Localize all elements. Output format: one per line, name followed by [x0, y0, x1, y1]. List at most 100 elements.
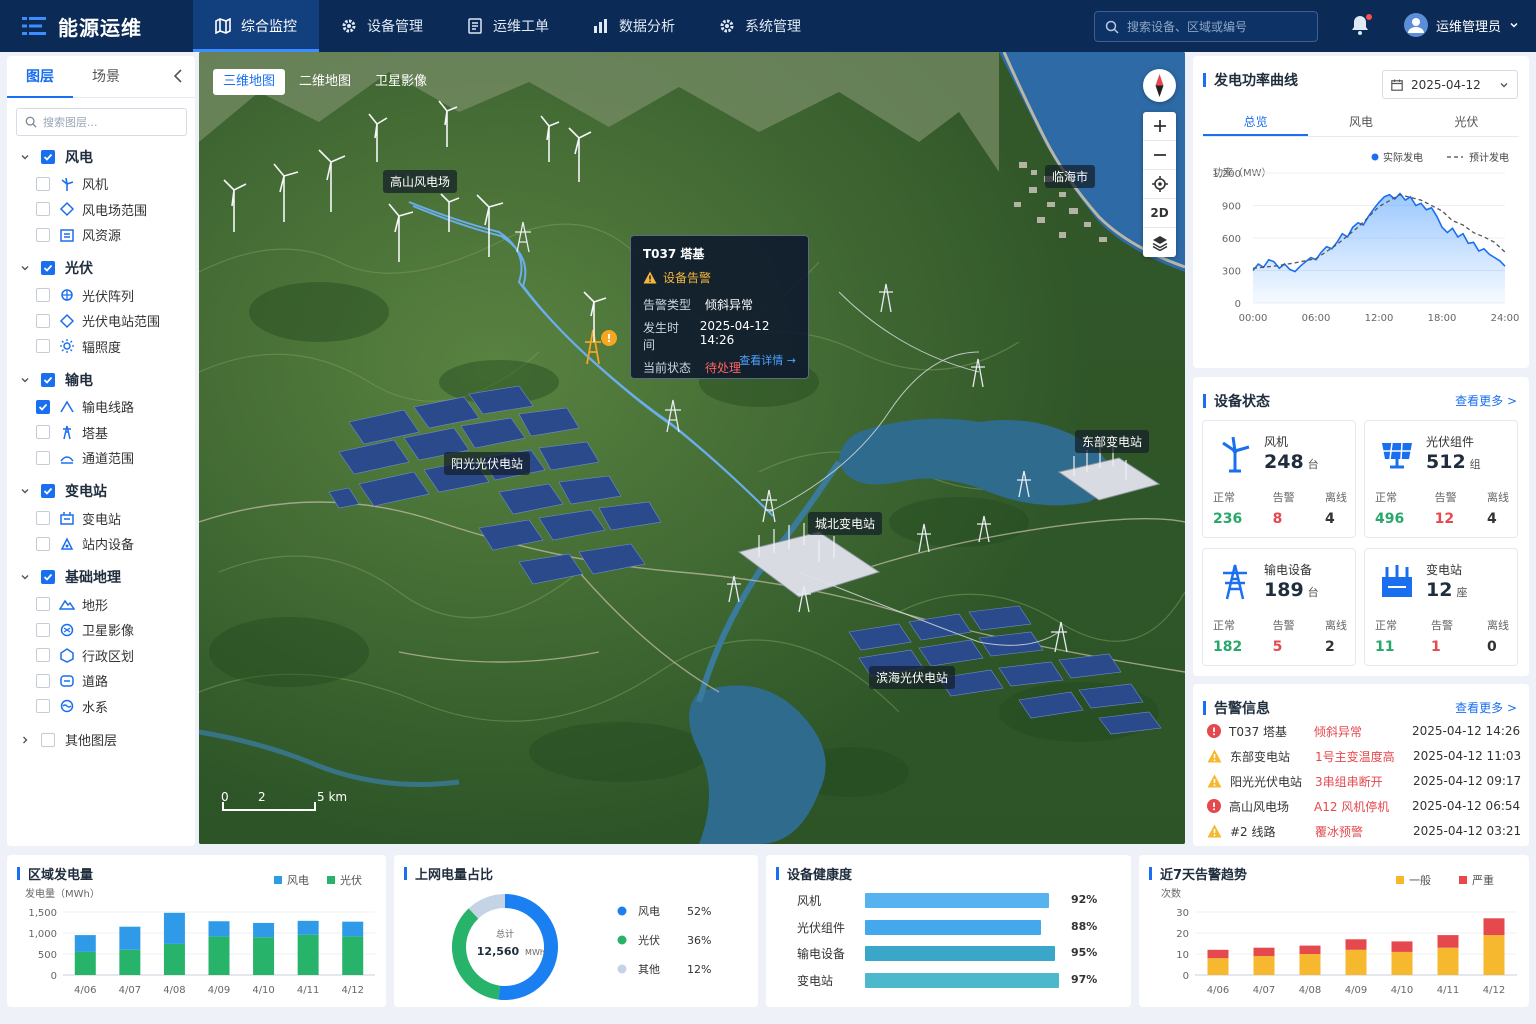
chevron-down-icon[interactable]	[17, 375, 33, 385]
layer-checkbox[interactable]	[36, 425, 50, 440]
layer-item[interactable]: 光伏阵列	[7, 283, 195, 309]
alarm-row[interactable]: #2 线路 覆冰预警 2025-04-12 03:21	[1207, 821, 1527, 841]
layer-group-other[interactable]: 其他图层	[7, 725, 195, 754]
chevron-down-icon[interactable]	[17, 152, 33, 162]
layer-item[interactable]: 地形	[7, 592, 195, 618]
tab-solar[interactable]: 光伏	[1414, 108, 1519, 136]
layer-group[interactable]: 光伏	[7, 254, 195, 283]
layer-checkbox[interactable]	[36, 202, 50, 217]
layer-checkbox[interactable]	[36, 399, 50, 414]
user-menu[interactable]: 运维管理员	[1404, 13, 1519, 37]
layer-item[interactable]: 塔基	[7, 420, 195, 446]
alarm-row[interactable]: 东部变电站 1号主变温度高 2025-04-12 11:03	[1207, 746, 1527, 766]
layers-button[interactable]	[1143, 228, 1176, 257]
compass-button[interactable]	[1143, 69, 1176, 102]
layer-item[interactable]: 站内设备	[7, 531, 195, 557]
layer-group-checkbox[interactable]	[41, 372, 55, 387]
chevron-down-icon[interactable]	[17, 263, 33, 273]
chevron-down-icon[interactable]	[17, 486, 33, 496]
view-mode-button[interactable]: 2D	[1143, 199, 1176, 228]
card-title: 设备状态	[1203, 391, 1270, 411]
collapse-panel-icon[interactable]	[171, 67, 185, 85]
locate-button[interactable]	[1143, 170, 1176, 199]
tab-satellite[interactable]: 卫星影像	[365, 69, 437, 95]
layer-group-checkbox[interactable]	[41, 261, 55, 275]
alarm-view-more-link[interactable]: 查看更多 >	[1455, 699, 1517, 716]
zoom-out-button[interactable]	[1143, 141, 1176, 170]
layer-item[interactable]: 风电场范围	[7, 197, 195, 223]
layer-item[interactable]: 行政区划	[7, 643, 195, 669]
layer-checkbox[interactable]	[36, 648, 50, 663]
layer-item[interactable]: 变电站	[7, 506, 195, 532]
date-picker[interactable]: 2025-04-12	[1382, 70, 1518, 99]
layer-item[interactable]: 通道范围	[7, 445, 195, 471]
stat-value: 182	[1213, 639, 1243, 655]
device-card[interactable]: 变电站 12 座 正常 11 告警 1 离线 0	[1364, 548, 1518, 666]
terrain-map[interactable]: !	[199, 52, 1185, 844]
layer-checkbox[interactable]	[36, 227, 50, 242]
nav-work-orders[interactable]: 运维工单	[445, 0, 571, 52]
tab-wind[interactable]: 风电	[1308, 108, 1413, 136]
layer-group-checkbox[interactable]	[41, 570, 55, 584]
device-card[interactable]: 风机 248 台 正常 236 告警 8 离线 4	[1202, 420, 1356, 538]
layer-checkbox[interactable]	[36, 699, 50, 714]
layer-checkbox[interactable]	[36, 597, 50, 612]
device-card[interactable]: 输电设备 189 台 正常 182 告警 5 离线 2	[1202, 548, 1356, 666]
alarm-row[interactable]: 高山风电场 A12 风机停机 2025-04-12 06:54	[1207, 796, 1527, 816]
brand[interactable]: 能源运维	[0, 0, 193, 52]
layer-checkbox[interactable]	[36, 536, 50, 551]
map-label-solar-station-2[interactable]: 滨海光伏电站	[869, 666, 956, 689]
layer-group-checkbox[interactable]	[41, 732, 55, 747]
tab-overview[interactable]: 总览	[1203, 108, 1309, 136]
layer-checkbox[interactable]	[36, 511, 50, 526]
map-label-city[interactable]: 临海市	[1045, 165, 1096, 188]
layer-search[interactable]	[16, 108, 187, 136]
zoom-in-button[interactable]	[1143, 112, 1176, 141]
device-card[interactable]: 光伏组件 512 组 正常 496 告警 12 离线 4	[1364, 420, 1518, 538]
map-view[interactable]: ! 三维地图 二维地图 卫星影像 高山风电场 临海市 阳光光伏电站 东部变电站 …	[199, 52, 1185, 844]
layer-item[interactable]: 辐照度	[7, 334, 195, 360]
tab-layers[interactable]: 图层	[7, 56, 73, 98]
layer-item[interactable]: 输电线路	[7, 394, 195, 420]
layer-item[interactable]: 风资源	[7, 222, 195, 248]
layer-item[interactable]: 水系	[7, 694, 195, 720]
layer-item[interactable]: 光伏电站范围	[7, 308, 195, 334]
layer-group-checkbox[interactable]	[41, 149, 55, 164]
layer-group-checkbox[interactable]	[41, 484, 55, 498]
chevron-right-icon[interactable]	[17, 735, 33, 745]
tab-3d-map[interactable]: 三维地图	[213, 69, 286, 95]
nav-monitoring[interactable]: 综合监控	[193, 0, 319, 52]
layer-group[interactable]: 基础地理	[7, 563, 195, 592]
tab-2d-map[interactable]: 二维地图	[289, 69, 361, 95]
alarm-row[interactable]: 阳光光伏电站 3串组串断开 2025-04-12 09:17	[1207, 771, 1527, 791]
layer-checkbox[interactable]	[36, 450, 50, 465]
layer-group[interactable]: 输电	[7, 365, 195, 394]
device-view-more-link[interactable]: 查看更多 >	[1455, 392, 1517, 409]
layer-checkbox[interactable]	[36, 288, 50, 303]
layer-group[interactable]: 变电站	[7, 477, 195, 506]
layer-checkbox[interactable]	[36, 673, 50, 688]
layer-group[interactable]: 风电	[7, 142, 195, 171]
popup-view-details-link[interactable]: 查看详情 →	[739, 352, 796, 368]
layer-checkbox[interactable]	[36, 339, 50, 354]
layer-checkbox[interactable]	[36, 313, 50, 328]
notification-bell[interactable]	[1350, 14, 1372, 36]
nav-system-management[interactable]: 系统管理	[697, 0, 823, 52]
alarm-row[interactable]: T037 塔基 倾斜异常 2025-04-12 14:26	[1207, 721, 1527, 741]
map-label-solar-station-1[interactable]: 阳光光伏电站	[444, 452, 531, 475]
layer-checkbox[interactable]	[36, 176, 50, 191]
layer-checkbox[interactable]	[36, 622, 50, 637]
map-label-east-substation[interactable]: 东部变电站	[1075, 430, 1150, 453]
map-label-wind-farm[interactable]: 高山风电场	[383, 170, 458, 193]
map-label-north-substation[interactable]: 城北变电站	[808, 512, 883, 535]
layer-item[interactable]: 卫星影像	[7, 617, 195, 643]
nav-data-analysis[interactable]: 数据分析	[571, 0, 697, 52]
nav-device-management[interactable]: 设备管理	[319, 0, 445, 52]
layer-item[interactable]: 道路	[7, 668, 195, 694]
tab-scenes[interactable]: 场景	[73, 56, 139, 98]
layer-search-input[interactable]	[43, 115, 183, 129]
global-search[interactable]	[1094, 11, 1318, 42]
layer-item[interactable]: 风机	[7, 171, 195, 197]
chevron-down-icon[interactable]	[17, 572, 33, 582]
search-input[interactable]	[1127, 19, 1307, 34]
